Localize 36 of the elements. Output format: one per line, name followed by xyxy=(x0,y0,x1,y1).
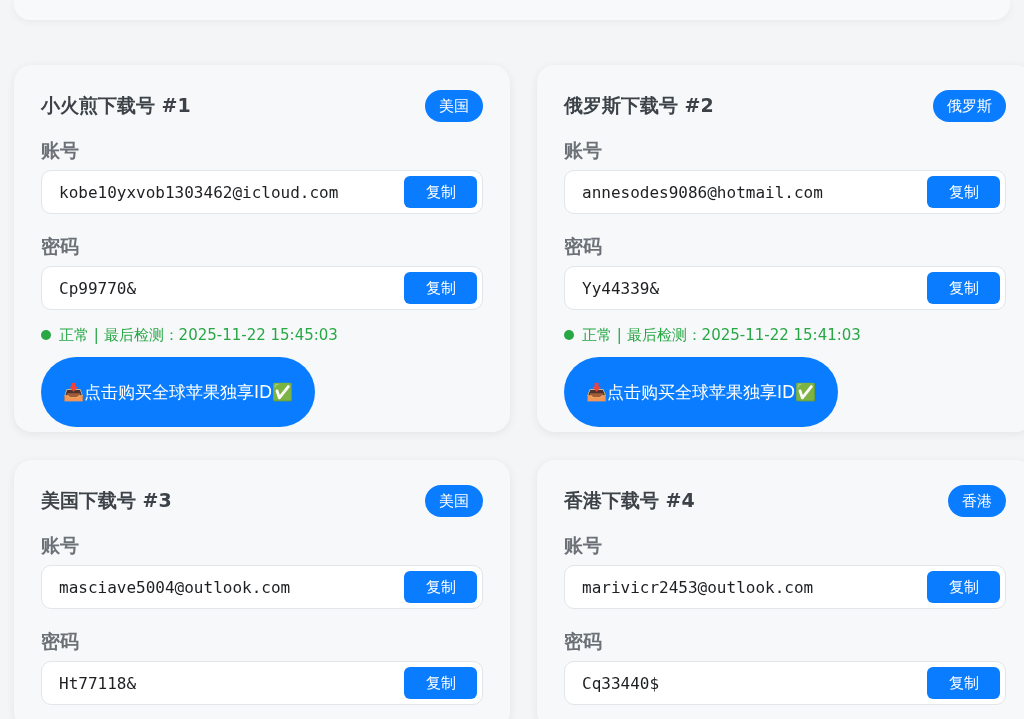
credential-field[interactable]: annesodes9086@hotmail.com 复制 xyxy=(564,170,1006,214)
copy-button[interactable]: 复制 xyxy=(404,571,477,603)
buy-button[interactable]: 📥点击购买全球苹果独享ID✅ xyxy=(41,357,316,427)
credential-field[interactable]: Cp99770& 复制 xyxy=(41,266,483,310)
credential-field[interactable]: marivicr2453@outlook.com 复制 xyxy=(564,565,1006,609)
copy-button[interactable]: 复制 xyxy=(404,272,477,304)
field-label: 密码 xyxy=(564,629,603,653)
region-badge: 香港 xyxy=(948,485,1006,517)
card-title: 俄罗斯下载号 #2 xyxy=(564,93,714,118)
status-text: 正常 | 最后检测：2025-11-22 15:45:03 xyxy=(59,325,338,345)
copy-button[interactable]: 复制 xyxy=(927,176,1000,208)
credential-field[interactable]: Ht77118& 复制 xyxy=(41,661,483,705)
copy-button[interactable]: 复制 xyxy=(404,176,477,208)
field-label: 账号 xyxy=(41,533,80,557)
credential-field[interactable]: Yy44339& 复制 xyxy=(564,266,1006,310)
buy-button[interactable]: 📥点击购买全球苹果独享ID✅ xyxy=(564,357,839,427)
copy-button[interactable]: 复制 xyxy=(927,571,1000,603)
field-label: 密码 xyxy=(41,629,80,653)
credential-field[interactable]: masciave5004@outlook.com 复制 xyxy=(41,565,483,609)
field-label: 账号 xyxy=(564,533,603,557)
field-label: 密码 xyxy=(41,234,80,258)
field-label: 账号 xyxy=(41,138,80,162)
status-text: 正常 | 最后检测：2025-11-22 15:41:03 xyxy=(582,325,861,345)
copy-button[interactable]: 复制 xyxy=(927,272,1000,304)
card-title: 小火煎下载号 #1 xyxy=(41,93,191,118)
field-label: 账号 xyxy=(564,138,603,162)
credential-field[interactable]: kobe10yxvob1303462@icloud.com 复制 xyxy=(41,170,483,214)
field-label: 密码 xyxy=(564,234,603,258)
card-title: 美国下载号 #3 xyxy=(41,488,172,513)
region-badge: 美国 xyxy=(425,90,483,122)
region-badge: 美国 xyxy=(425,485,483,517)
card-title: 香港下载号 #4 xyxy=(564,488,695,513)
credential-field[interactable]: Cq33440$ 复制 xyxy=(564,661,1006,705)
copy-button[interactable]: 复制 xyxy=(404,667,477,699)
region-badge: 俄罗斯 xyxy=(933,90,1006,122)
copy-button[interactable]: 复制 xyxy=(927,667,1000,699)
